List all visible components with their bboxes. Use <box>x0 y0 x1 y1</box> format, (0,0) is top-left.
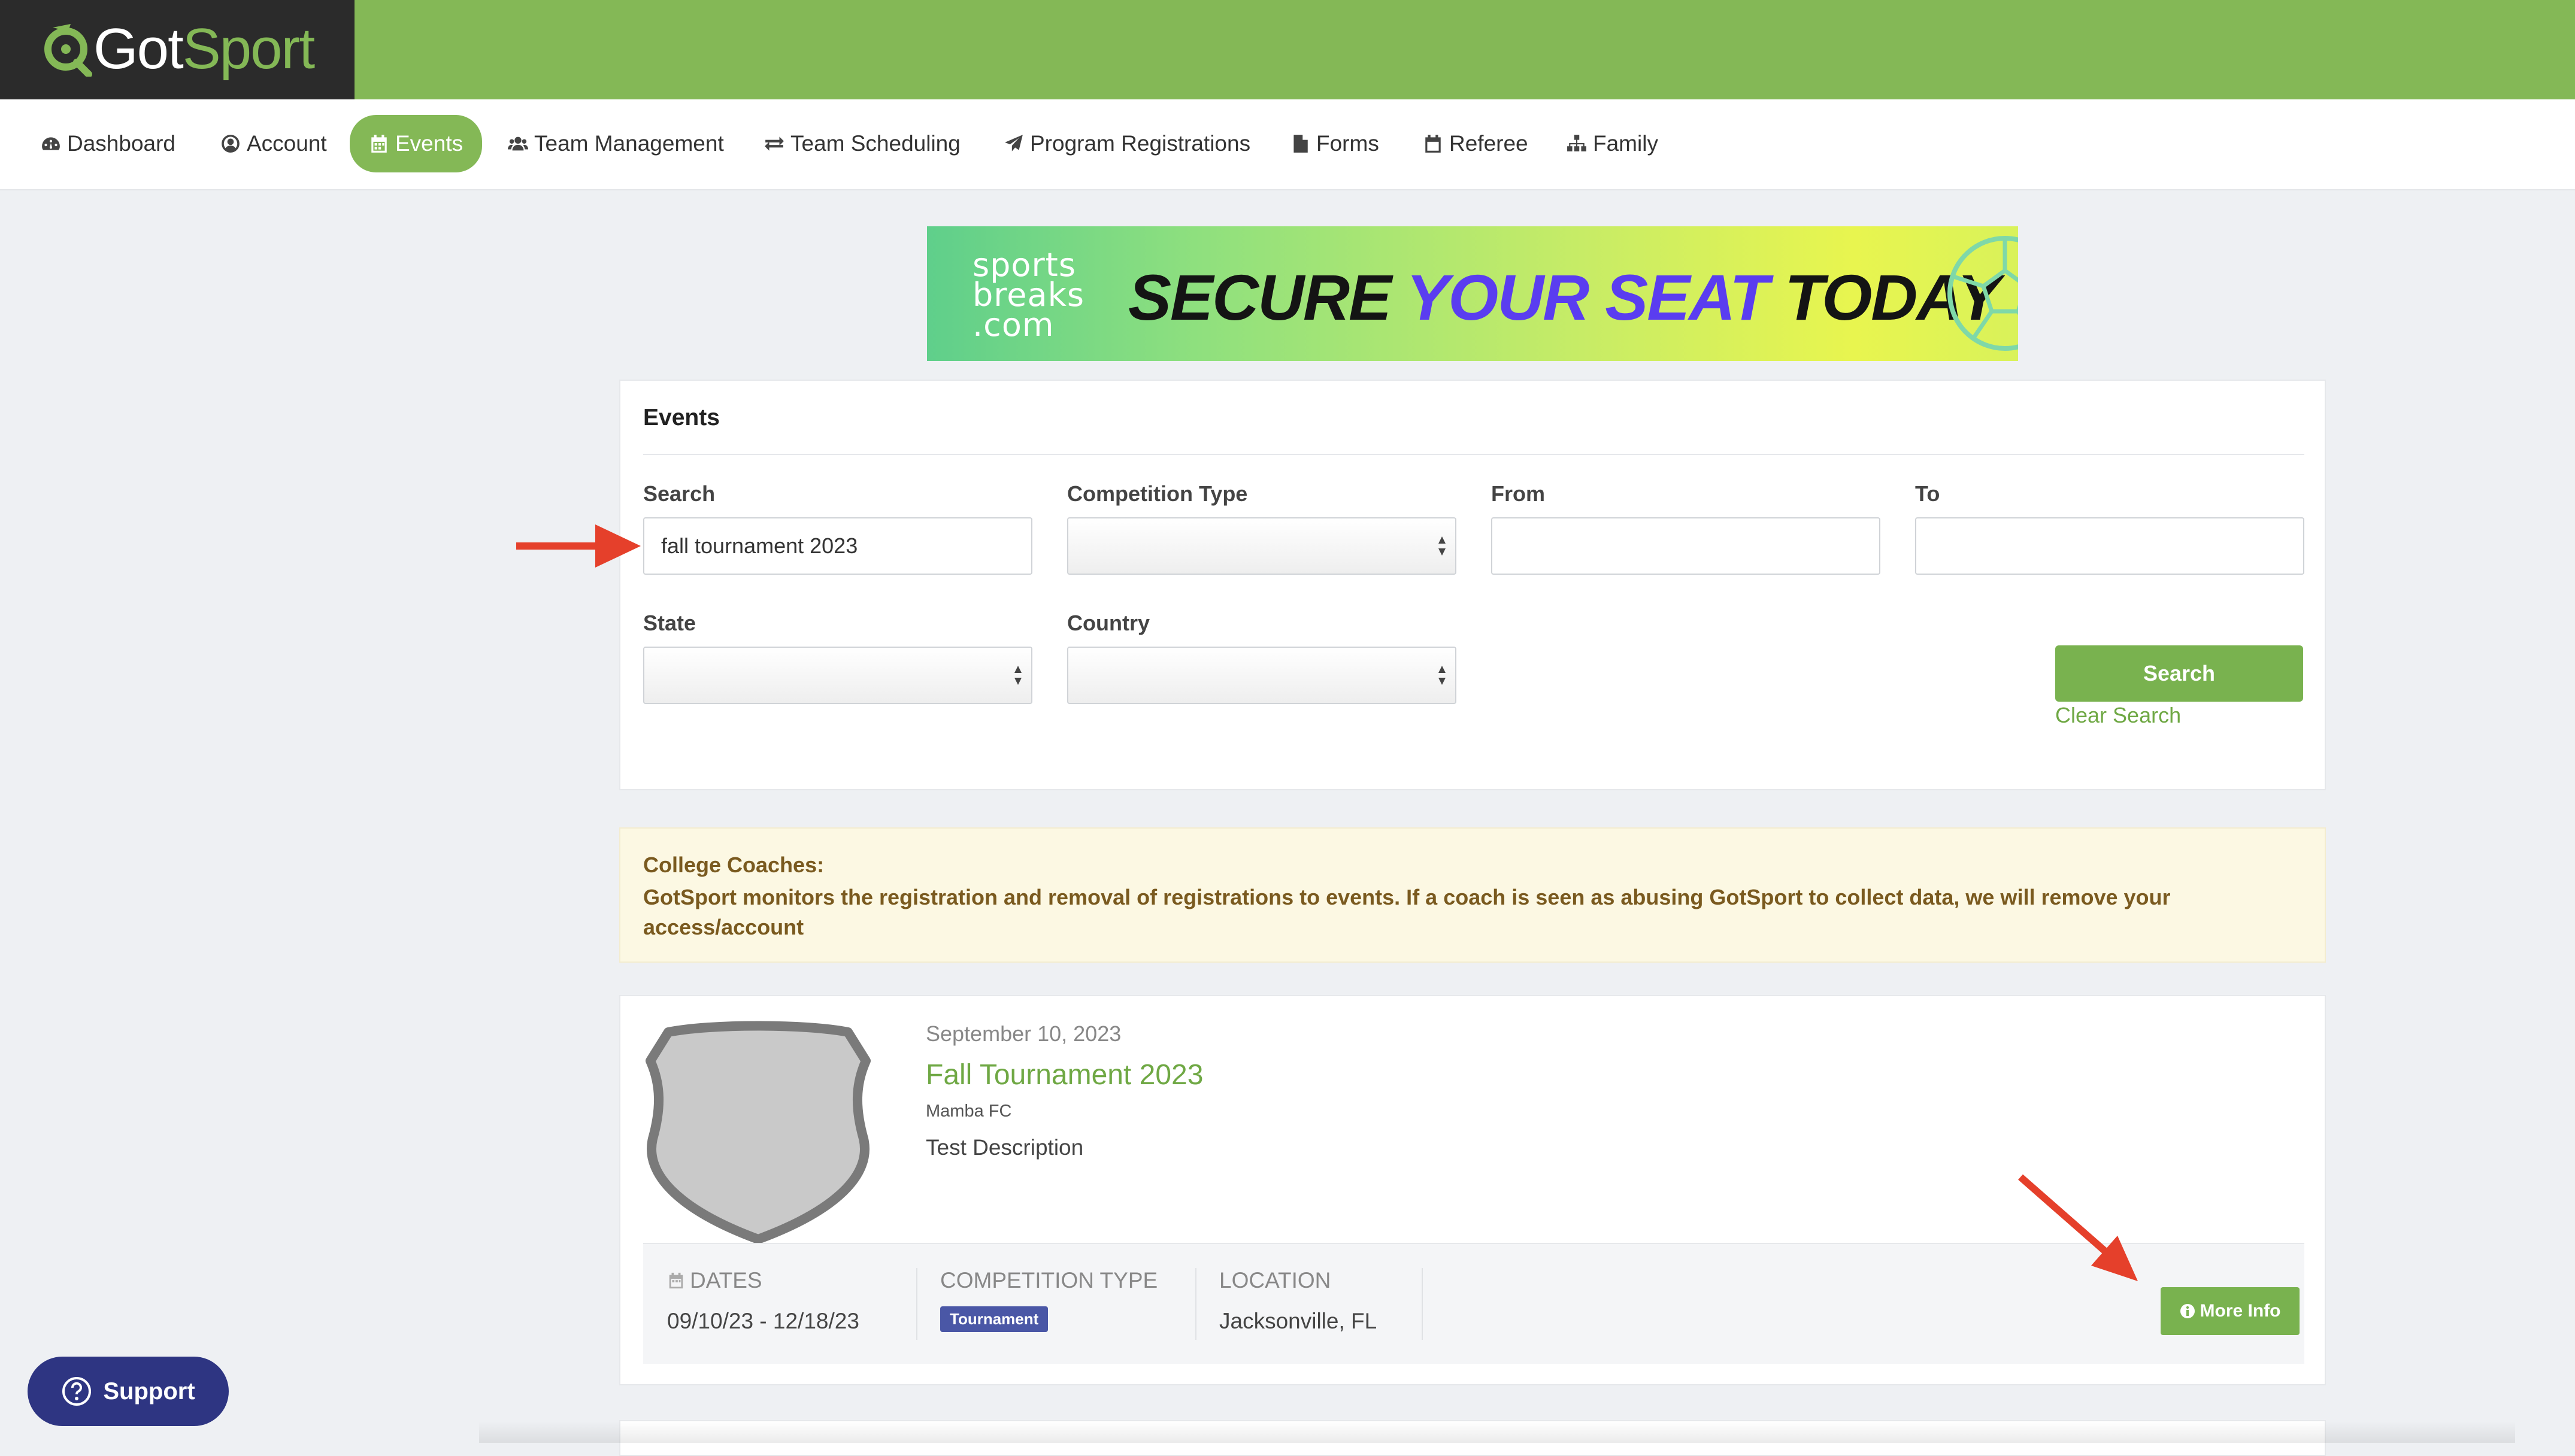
to-label: To <box>1915 481 1940 506</box>
select-arrows-icon <box>1014 666 1022 685</box>
location-header: LOCATION <box>1219 1268 1331 1293</box>
nav-item-label: Family <box>1593 131 1658 156</box>
banner-headline: SECURE YOUR SEAT TODAY <box>1128 261 2000 333</box>
to-date-input[interactable] <box>1915 517 2304 575</box>
nav-item-referee[interactable]: Referee <box>1411 115 1540 172</box>
college-coaches-notice: College Coaches: GotSport monitors the r… <box>619 827 2326 963</box>
state-label: State <box>643 611 696 635</box>
sitemap-icon <box>1567 135 1586 151</box>
nav-item-label: Referee <box>1449 131 1528 156</box>
clear-search-link[interactable]: Clear Search <box>2055 703 2181 728</box>
nav-item-family[interactable]: Family <box>1555 115 1670 172</box>
gotsport-logo-text: GotSport <box>93 17 315 81</box>
events-search-panel: Events Search fall tournament 2023 Compe… <box>619 380 2326 790</box>
competition-type-label: Competition Type <box>1067 481 1248 506</box>
search-input[interactable]: fall tournament 2023 <box>643 517 1032 575</box>
question-circle-icon <box>62 1377 92 1406</box>
nav-item-label: Events <box>395 131 463 156</box>
country-select[interactable] <box>1067 647 1456 704</box>
search-button[interactable]: Search <box>2055 645 2303 702</box>
nav-item-label: Dashboard <box>67 131 176 156</box>
select-arrows-icon <box>1438 666 1446 685</box>
calendar-icon <box>371 135 387 153</box>
soccer-ball-icon <box>1947 236 2018 351</box>
more-info-button[interactable]: More Info <box>2161 1287 2300 1335</box>
file-icon <box>1293 135 1308 153</box>
nav-item-team-management[interactable]: Team Management <box>496 115 736 172</box>
divider <box>1195 1268 1196 1340</box>
divider <box>916 1268 917 1340</box>
search-label: Search <box>643 481 716 506</box>
nav-item-label: Program Registrations <box>1030 131 1251 156</box>
scroll-shadow <box>479 1421 2515 1443</box>
nav-item-label: Forms <box>1316 131 1379 156</box>
ad-banner[interactable]: sports breaks .com SECURE YOUR SEAT TODA… <box>927 226 2018 361</box>
event-description: Test Description <box>926 1135 1084 1160</box>
info-circle-icon <box>2180 1304 2195 1318</box>
shield-placeholder-icon <box>646 1021 871 1244</box>
gotsport-logo[interactable]: GotSport <box>0 0 355 99</box>
state-select[interactable] <box>643 647 1032 704</box>
nav-item-forms[interactable]: Forms <box>1278 115 1391 172</box>
nav-item-label: Team Management <box>534 131 724 156</box>
nav-item-label: Team Scheduling <box>790 131 961 156</box>
calendar-icon <box>669 1272 683 1289</box>
user-circle-icon <box>222 135 240 153</box>
exchange-icon <box>765 136 784 151</box>
panel-title: Events <box>643 405 720 430</box>
nav-item-dashboard[interactable]: Dashboard <box>29 115 187 172</box>
dashboard-icon <box>42 137 60 150</box>
competition-type-select[interactable] <box>1067 517 1456 575</box>
nav-item-label: Account <box>247 131 327 156</box>
event-title-link[interactable]: Fall Tournament 2023 <box>926 1058 1203 1091</box>
event-date: September 10, 2023 <box>926 1021 1122 1046</box>
from-date-input[interactable] <box>1491 517 1880 575</box>
dates-value: 09/10/23 - 12/18/23 <box>667 1309 859 1333</box>
calendar-icon <box>1425 135 1441 153</box>
competition-type-badge: Tournament <box>940 1306 1049 1332</box>
nav-item-events[interactable]: Events <box>350 115 483 172</box>
divider <box>1422 1268 1423 1340</box>
main-nav: Dashboard Account Events Team Management… <box>0 99 2575 190</box>
users-icon <box>508 136 528 151</box>
location-column: LOCATION Jacksonville, FL <box>1219 1268 1377 1334</box>
banner-brand: sports breaks .com <box>973 246 1085 344</box>
dates-column: DATES 09/10/23 - 12/18/23 <box>667 1268 859 1334</box>
country-label: Country <box>1067 611 1150 635</box>
event-details-footer: DATES 09/10/23 - 12/18/23 COMPETITION TY… <box>643 1243 2304 1364</box>
dates-header: DATES <box>667 1268 859 1293</box>
nav-item-account[interactable]: Account <box>208 115 339 172</box>
notice-title: College Coaches: <box>643 853 825 877</box>
notice-body: GotSport monitors the registration and r… <box>643 885 2171 939</box>
paper-plane-icon <box>1005 135 1023 151</box>
from-label: From <box>1491 481 1545 506</box>
location-value: Jacksonville, FL <box>1219 1309 1377 1333</box>
divider <box>643 454 2304 455</box>
top-header-bar: GotSport <box>0 0 2575 99</box>
nav-item-team-scheduling[interactable]: Team Scheduling <box>752 115 973 172</box>
competition-type-column: COMPETITION TYPE Tournament <box>940 1268 1158 1332</box>
competition-type-header: COMPETITION TYPE <box>940 1268 1158 1293</box>
support-button[interactable]: Support <box>28 1357 229 1426</box>
event-result-card: September 10, 2023 Fall Tournament 2023 … <box>619 995 2326 1385</box>
event-organization: Mamba FC <box>926 1102 1012 1121</box>
gotsport-logo-icon <box>44 24 92 77</box>
select-arrows-icon <box>1438 536 1446 556</box>
nav-item-program-registrations[interactable]: Program Registrations <box>992 115 1262 172</box>
search-input-value: fall tournament 2023 <box>661 533 858 558</box>
